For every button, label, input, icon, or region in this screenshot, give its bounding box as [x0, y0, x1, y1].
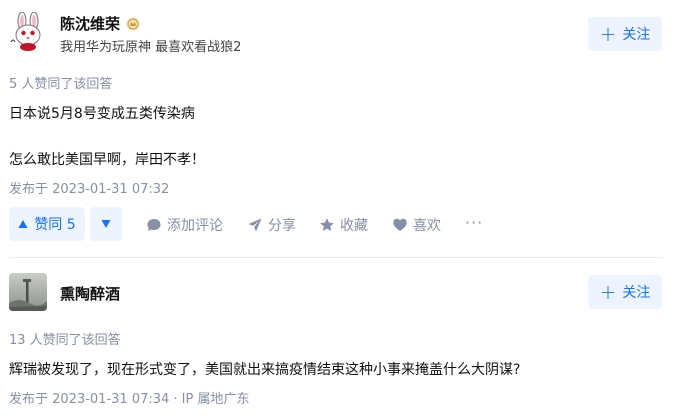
rabbit-avatar-icon [8, 12, 48, 52]
star-icon [320, 218, 334, 231]
like-label: 喜欢 [413, 218, 441, 234]
downvote-button[interactable] [90, 207, 122, 241]
follow-label: 关注 [622, 27, 651, 43]
author-avatar[interactable] [8, 12, 48, 52]
favorite-button[interactable]: 收藏 [319, 215, 368, 235]
author-name[interactable]: 熏陶醉酒 [60, 283, 120, 304]
upvote-button[interactable]: 赞同 5 [9, 207, 85, 241]
follow-button[interactable]: + 关注 [588, 275, 662, 309]
member-badge-icon [126, 17, 140, 31]
share-icon [248, 218, 262, 232]
triangle-down-icon [101, 220, 111, 228]
heart-icon [393, 218, 407, 231]
plus-icon: + [599, 280, 617, 304]
share-button[interactable]: 分享 [247, 215, 296, 235]
answer-content-line: 怎么敢比美国早啊，岸田不孝！ [9, 152, 205, 168]
comment-icon [147, 219, 161, 231]
like-button[interactable]: 喜欢 [392, 215, 441, 235]
publish-time[interactable]: 发布于 2023-01-31 07:32 [9, 178, 169, 197]
follow-label: 关注 [622, 285, 651, 301]
answer-content-line: 日本说5月8号变成五类传染病 [9, 106, 195, 122]
triangle-up-icon [18, 220, 28, 228]
more-button[interactable]: ··· [465, 213, 483, 232]
answer-item: 陈沈维荣 我用华为玩原神 最喜欢看战狼2 + 关注 5 人赞同了该回答 日本说5… [0, 0, 685, 258]
plus-icon: + [599, 22, 617, 46]
publish-time[interactable]: 发布于 2023-01-31 07:34 · IP 属地广东 [9, 388, 249, 407]
voters-count[interactable]: 5 人赞同了该回答 [9, 73, 112, 92]
author-bio: 我用华为玩原神 最喜欢看战狼2 [60, 40, 242, 55]
upvote-label: 赞同 5 [34, 217, 76, 233]
voters-count[interactable]: 13 人赞同了该回答 [9, 329, 121, 348]
more-icon: ··· [465, 213, 484, 232]
foggy-landscape-avatar-icon [9, 273, 47, 311]
follow-button[interactable]: + 关注 [588, 17, 662, 51]
favorite-label: 收藏 [340, 218, 368, 234]
answer-content-line: 辉瑞被发现了，现在形式变了，美国就出来搞疫情结束这种小事来掩盖什么大阴谋? [9, 362, 521, 378]
comment-button[interactable]: 添加评论 [146, 215, 223, 235]
author-name-text: 陈沈维荣 [60, 15, 121, 33]
comment-label: 添加评论 [167, 218, 223, 234]
share-label: 分享 [268, 218, 296, 234]
author-avatar[interactable] [9, 273, 47, 311]
author-name[interactable]: 陈沈维荣 [60, 13, 140, 34]
answer-item: 熏陶醉酒 + 关注 13 人赞同了该回答 辉瑞被发现了，现在形式变了，美国就出来… [0, 258, 685, 419]
